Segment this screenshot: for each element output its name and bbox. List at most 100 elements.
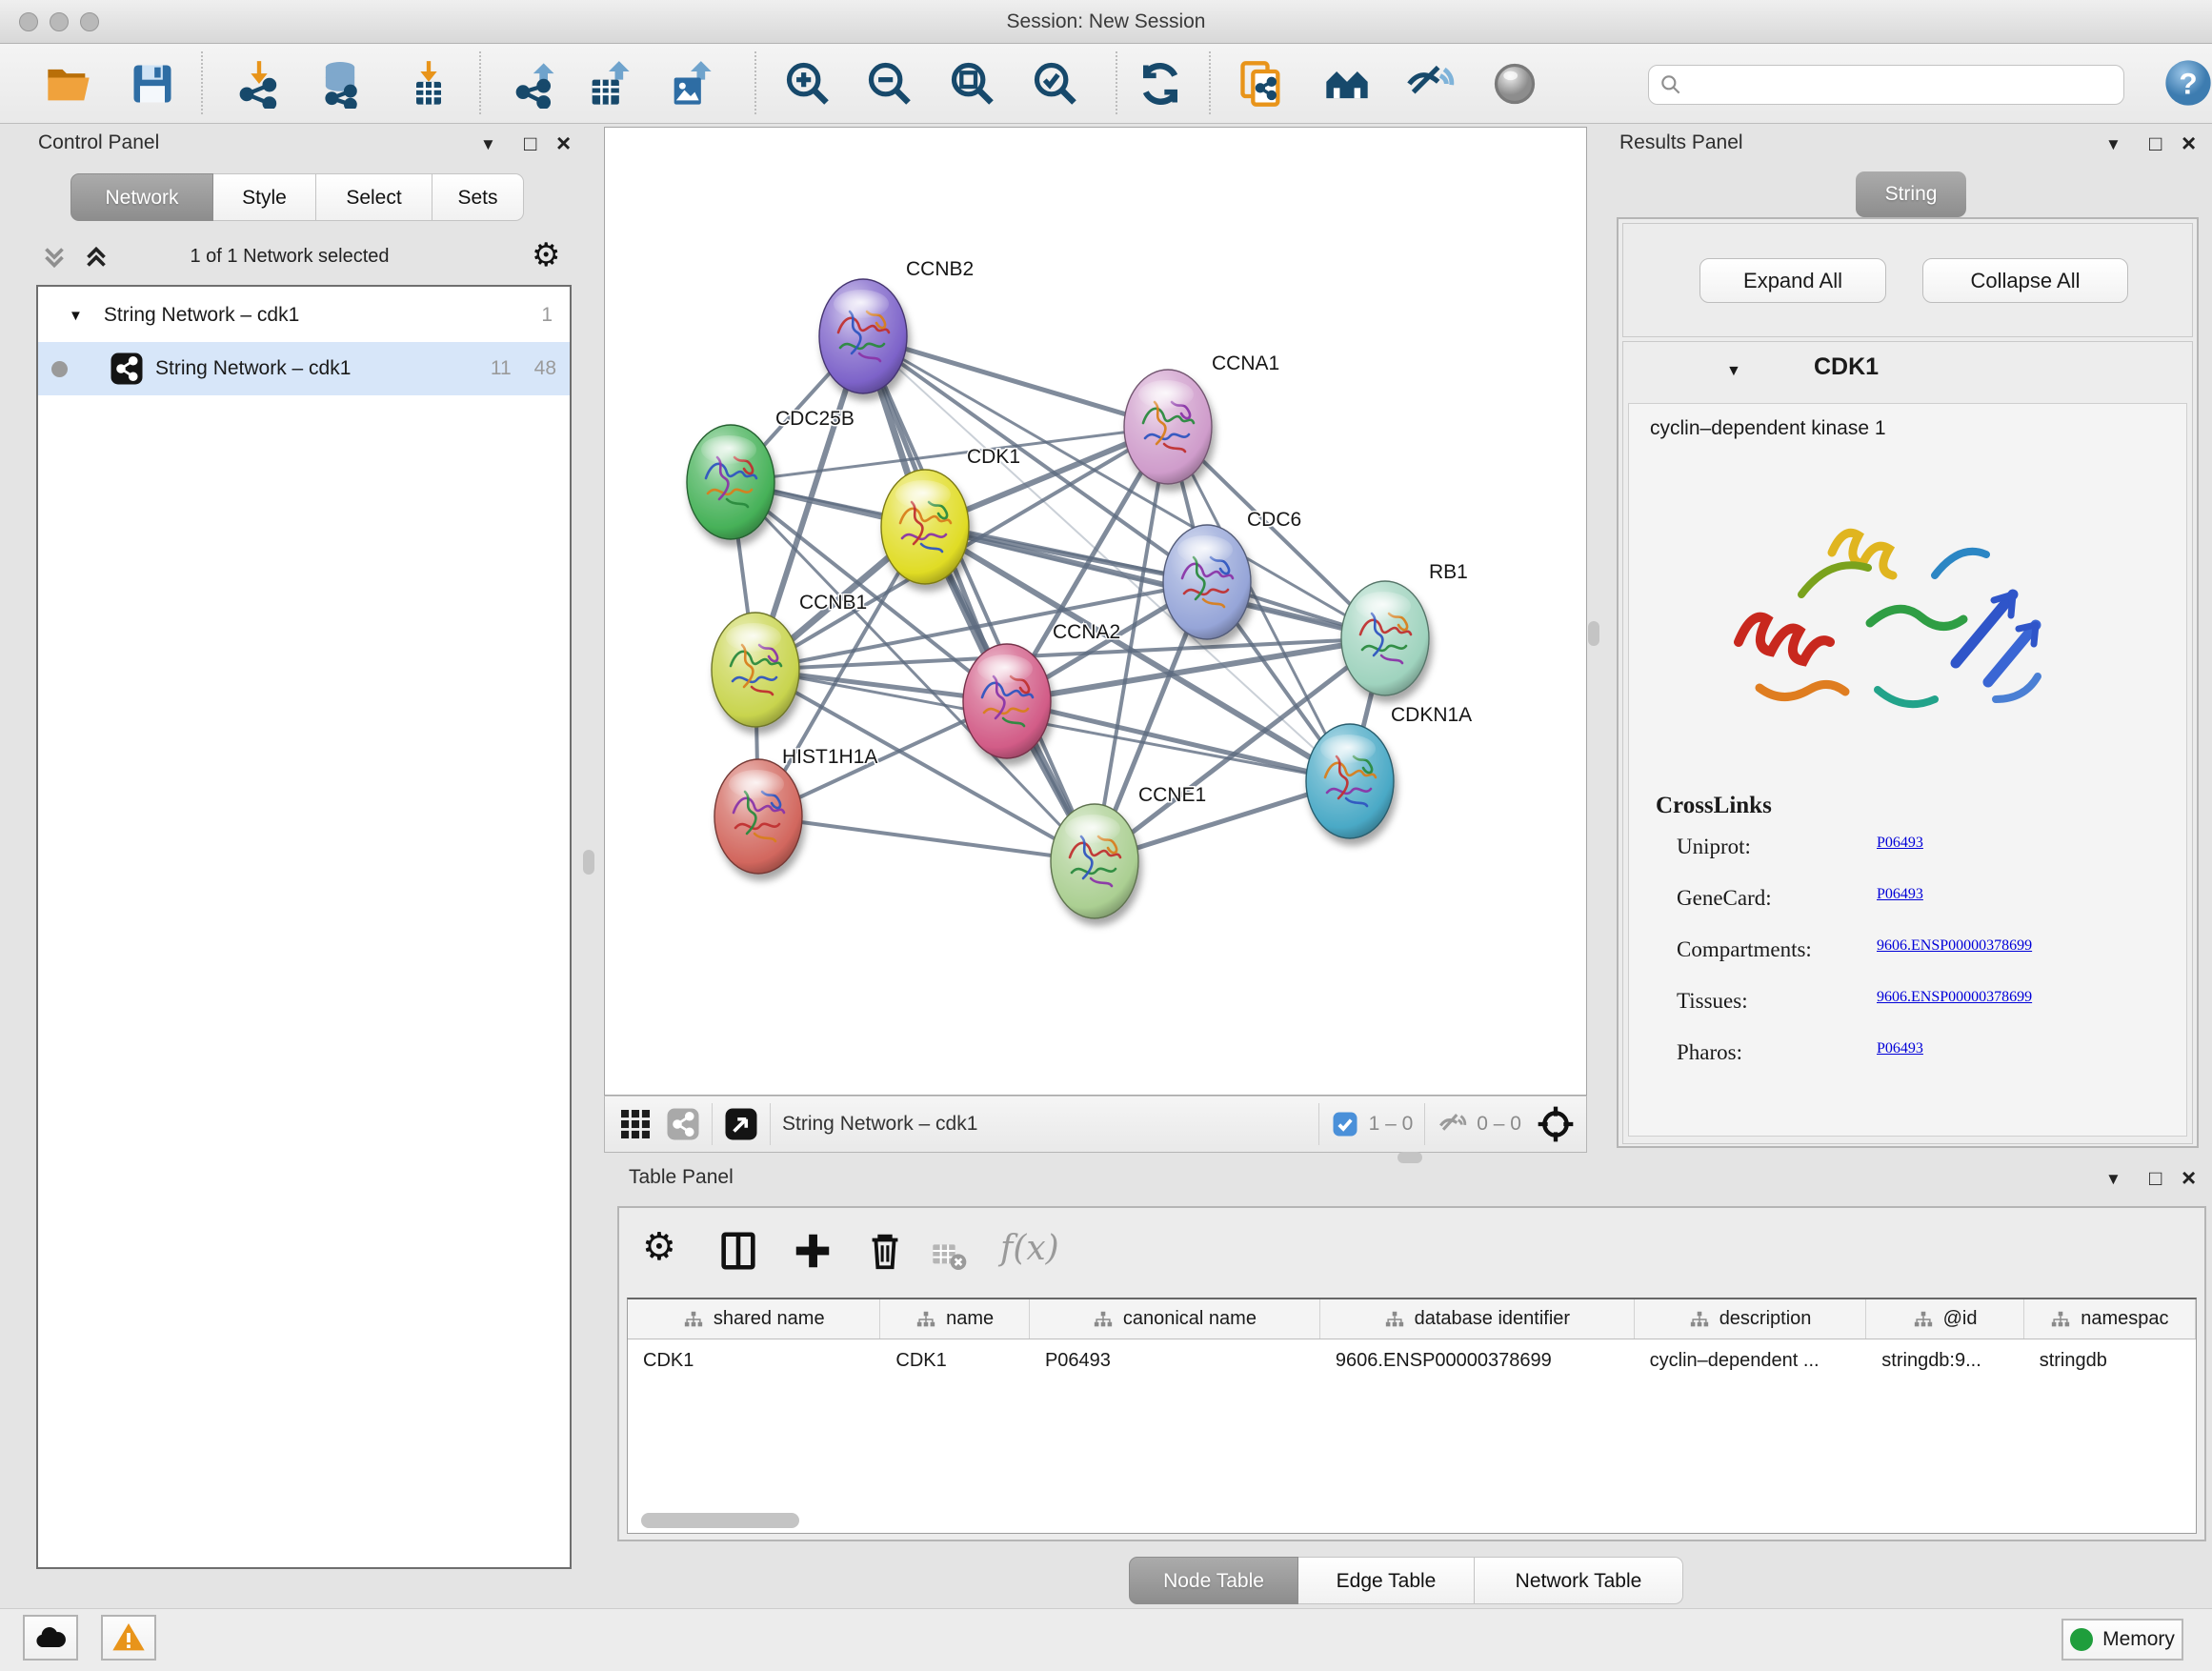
network-node-CCNA2[interactable]: [963, 644, 1051, 758]
network-edge[interactable]: [1007, 701, 1350, 781]
hidden-eye-icon[interactable]: [1437, 1108, 1469, 1140]
crosslink-value-link[interactable]: P06493: [1877, 835, 1923, 852]
zoom-selected-icon[interactable]: [1031, 59, 1080, 109]
grid-view-icon[interactable]: [618, 1107, 653, 1141]
export-network-icon[interactable]: [511, 59, 560, 109]
network-collection-row[interactable]: ▼ String Network – cdk1 1: [38, 289, 570, 342]
export-image-icon[interactable]: [666, 59, 715, 109]
network-edge[interactable]: [758, 816, 1095, 861]
close-window-icon[interactable]: [19, 12, 38, 31]
cloud-icon[interactable]: [23, 1615, 78, 1661]
table-cell[interactable]: stringdb: [2024, 1339, 2196, 1381]
new-network-from-selection-icon[interactable]: [1237, 59, 1286, 109]
table-cell[interactable]: CDK1: [880, 1339, 1030, 1381]
table-cell[interactable]: stringdb:9...: [1866, 1339, 2023, 1381]
tab-network-table[interactable]: Network Table: [1475, 1557, 1683, 1604]
apply-layout-icon[interactable]: [1136, 59, 1185, 109]
network-node-CDC25B[interactable]: [687, 425, 774, 539]
panel-menu-icon[interactable]: ▼: [2105, 135, 2122, 154]
table-cell[interactable]: cyclin–dependent ...: [1635, 1339, 1867, 1381]
network-node-CCNB1[interactable]: [712, 613, 799, 727]
network-options-gear-icon[interactable]: ⚙: [532, 236, 560, 274]
import-network-icon[interactable]: [234, 59, 284, 109]
network-graph[interactable]: CCNB2CCNA1CDC25BCDK1CDC6RB1CCNB1CCNA2CDK…: [605, 128, 1586, 1095]
memory-button[interactable]: Memory: [2061, 1619, 2183, 1661]
network-node-CDC6[interactable]: [1163, 525, 1251, 639]
table-header-cell[interactable]: name: [880, 1299, 1029, 1339]
table-cell[interactable]: CDK1: [628, 1339, 880, 1381]
network-row-selected[interactable]: String Network – cdk1 11 48: [38, 342, 570, 395]
table-header-cell[interactable]: shared name: [628, 1299, 880, 1339]
panel-close-icon[interactable]: ×: [556, 133, 571, 152]
network-edge[interactable]: [863, 336, 1168, 427]
save-session-icon[interactable]: [128, 59, 177, 109]
first-neighbors-icon[interactable]: [1322, 59, 1372, 109]
table-header-cell[interactable]: namespac: [2024, 1299, 2196, 1339]
show-columns-icon[interactable]: [716, 1229, 760, 1273]
network-node-CCNA1[interactable]: [1124, 370, 1212, 484]
tab-edge-table[interactable]: Edge Table: [1298, 1557, 1475, 1604]
share-network-icon[interactable]: [666, 1107, 700, 1141]
crosslink-value-link[interactable]: P06493: [1877, 1040, 1923, 1057]
tab-select[interactable]: Select: [316, 173, 432, 221]
table-cell[interactable]: P06493: [1030, 1339, 1320, 1381]
function-builder-icon[interactable]: f(x): [1000, 1229, 1059, 1268]
zoom-in-icon[interactable]: [783, 59, 833, 109]
network-node-CDKN1A[interactable]: [1306, 724, 1394, 838]
tab-node-table[interactable]: Node Table: [1129, 1557, 1298, 1604]
crosslink-value-link[interactable]: 9606.ENSP00000378699: [1877, 937, 2032, 955]
expand-all-button[interactable]: Expand All: [1699, 258, 1886, 303]
network-node-CDK1[interactable]: [881, 470, 969, 584]
section-collapse-icon[interactable]: ▼: [1726, 363, 1741, 380]
crosshair-icon[interactable]: [1537, 1105, 1575, 1143]
birdseye-view-icon[interactable]: [724, 1107, 758, 1141]
panel-close-icon[interactable]: ×: [2182, 1168, 2196, 1187]
network-edge[interactable]: [863, 336, 1095, 861]
network-view-canvas[interactable]: CCNB2CCNA1CDC25BCDK1CDC6RB1CCNB1CCNA2CDK…: [604, 127, 1587, 1096]
horizontal-scrollbar[interactable]: [641, 1513, 799, 1528]
crosslink-value-link[interactable]: P06493: [1877, 886, 1923, 903]
table-options-gear-icon[interactable]: ⚙: [642, 1225, 676, 1269]
network-node-HIST1H1A[interactable]: [714, 759, 802, 874]
collapse-all-button[interactable]: Collapse All: [1922, 258, 2128, 303]
open-session-icon[interactable]: [44, 59, 93, 109]
panel-menu-icon[interactable]: ▼: [2105, 1170, 2122, 1189]
network-node-CCNE1[interactable]: [1051, 804, 1138, 918]
table-header-cell[interactable]: description: [1635, 1299, 1867, 1339]
table-row[interactable]: CDK1CDK1P064939606.ENSP00000378699cyclin…: [628, 1339, 2196, 1381]
import-table-icon[interactable]: [404, 59, 453, 109]
selected-checkbox-icon[interactable]: [1331, 1110, 1359, 1138]
table-header-cell[interactable]: @id: [1866, 1299, 2023, 1339]
import-network-database-icon[interactable]: [315, 59, 365, 109]
maximize-window-icon[interactable]: [80, 12, 99, 31]
table-header-cell[interactable]: canonical name: [1030, 1299, 1320, 1339]
panel-float-icon[interactable]: □: [2149, 1166, 2162, 1191]
table-header-cell[interactable]: database identifier: [1320, 1299, 1635, 1339]
left-splitter-handle[interactable]: [583, 850, 594, 875]
graphics-details-icon[interactable]: [1490, 59, 1539, 109]
tab-network[interactable]: Network: [70, 173, 213, 221]
warning-icon[interactable]: [101, 1615, 156, 1661]
export-table-icon[interactable]: [584, 59, 633, 109]
collapse-triangle-icon[interactable]: ▼: [69, 308, 83, 324]
search-input[interactable]: [1683, 74, 2102, 95]
tab-style[interactable]: Style: [213, 173, 316, 221]
panel-menu-icon[interactable]: ▼: [480, 135, 496, 154]
panel-float-icon[interactable]: □: [2149, 131, 2162, 156]
tab-string[interactable]: String: [1856, 171, 1966, 217]
right-splitter-handle[interactable]: [1588, 621, 1599, 646]
tab-sets[interactable]: Sets: [432, 173, 524, 221]
delete-column-icon[interactable]: [863, 1229, 907, 1273]
hide-selected-icon[interactable]: [1405, 59, 1455, 109]
node-table[interactable]: shared namenamecanonical namedatabase id…: [627, 1298, 2197, 1534]
network-node-CCNB2[interactable]: [819, 279, 907, 393]
panel-close-icon[interactable]: ×: [2182, 133, 2196, 152]
network-node-RB1[interactable]: [1341, 581, 1429, 695]
crosslink-value-link[interactable]: 9606.ENSP00000378699: [1877, 989, 2032, 1006]
horizontal-splitter-handle[interactable]: [1398, 1152, 1422, 1163]
table-cell[interactable]: 9606.ENSP00000378699: [1320, 1339, 1635, 1381]
minimize-window-icon[interactable]: [50, 12, 69, 31]
zoom-out-icon[interactable]: [865, 59, 915, 109]
help-icon[interactable]: ?: [2162, 57, 2212, 109]
zoom-fit-icon[interactable]: [948, 59, 997, 109]
